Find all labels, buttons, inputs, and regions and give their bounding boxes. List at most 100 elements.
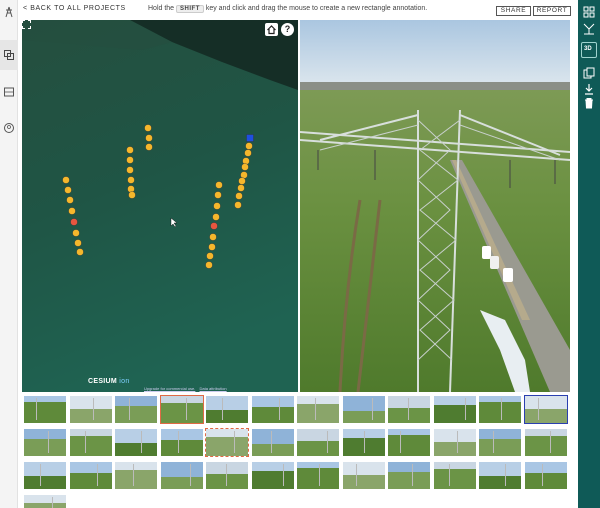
- image-thumbnail[interactable]: [251, 396, 294, 423]
- thumbnail-sky: [524, 429, 567, 436]
- image-thumbnail[interactable]: [433, 429, 476, 456]
- share-button[interactable]: SHARE: [496, 6, 531, 16]
- image-icon[interactable]: [3, 86, 15, 98]
- image-thumbnail[interactable]: [251, 429, 294, 456]
- pole-marker[interactable]: [64, 186, 72, 194]
- image-thumbnail[interactable]: [523, 395, 568, 424]
- pole-marker[interactable]: [128, 191, 136, 199]
- ion-wordmark: ion: [119, 378, 130, 385]
- pole-marker[interactable]: [205, 261, 213, 269]
- report-button[interactable]: REPORT: [533, 6, 571, 16]
- back-to-projects-link[interactable]: < BACK TO ALL PROJECTS: [23, 5, 126, 12]
- pole-marker[interactable]: [237, 184, 245, 192]
- pole-marker[interactable]: [213, 202, 221, 210]
- pole-marker[interactable]: [244, 149, 252, 157]
- image-thumbnail[interactable]: [24, 429, 66, 456]
- pole-marker[interactable]: [235, 192, 243, 200]
- download-icon[interactable]: [582, 82, 596, 96]
- pole-marker[interactable]: [76, 248, 84, 256]
- image-thumbnail[interactable]: [205, 428, 249, 457]
- pole-marker[interactable]: [214, 191, 222, 199]
- pole-marker[interactable]: [238, 177, 246, 185]
- image-thumbnail[interactable]: [342, 429, 385, 456]
- pole-marker[interactable]: [234, 201, 242, 209]
- flagged-pole-marker[interactable]: [70, 218, 78, 226]
- image-thumbnail[interactable]: [115, 396, 157, 423]
- image-thumbnail[interactable]: [297, 396, 339, 423]
- image-thumbnail[interactable]: [342, 462, 385, 489]
- copy-icon[interactable]: [582, 66, 596, 80]
- selected-pole-marker[interactable]: [246, 134, 254, 142]
- thumbnail-tower: [234, 431, 235, 453]
- pole-marker[interactable]: [127, 176, 135, 184]
- pole-marker[interactable]: [62, 176, 70, 184]
- image-thumbnail[interactable]: [297, 429, 339, 456]
- image-thumbnail[interactable]: [24, 495, 66, 508]
- 3d-view-button[interactable]: 3D: [581, 42, 597, 58]
- expand-icon[interactable]: [582, 5, 596, 19]
- image-thumbnail[interactable]: [24, 396, 66, 423]
- fullscreen-icon[interactable]: [22, 20, 31, 29]
- image-thumbnail[interactable]: [342, 396, 385, 423]
- image-thumbnail[interactable]: [388, 462, 430, 489]
- trash-icon[interactable]: [582, 96, 596, 110]
- image-thumbnail[interactable]: [206, 462, 248, 489]
- image-thumbnail[interactable]: [115, 429, 157, 456]
- pole-marker[interactable]: [126, 166, 134, 174]
- pole-marker[interactable]: [245, 142, 253, 150]
- pole-marker[interactable]: [66, 196, 74, 204]
- layers-tab[interactable]: [0, 40, 18, 70]
- pole-marker[interactable]: [126, 146, 134, 154]
- map-view[interactable]: ? CESIUM ion Upgrade for commercial use.…: [22, 20, 298, 392]
- image-thumbnail[interactable]: [251, 462, 294, 489]
- pole-marker[interactable]: [74, 239, 82, 247]
- image-thumbnail[interactable]: [206, 396, 248, 423]
- image-thumbnail[interactable]: [160, 429, 203, 456]
- image-thumbnail[interactable]: [479, 429, 521, 456]
- pole-marker[interactable]: [145, 143, 153, 151]
- flagged-pole-marker[interactable]: [210, 222, 218, 230]
- pole-marker[interactable]: [212, 213, 220, 221]
- pole-marker[interactable]: [126, 156, 134, 164]
- pole-marker[interactable]: [209, 233, 217, 241]
- image-thumbnail[interactable]: [524, 462, 567, 489]
- pole-marker[interactable]: [215, 181, 223, 189]
- help-button[interactable]: ?: [281, 23, 294, 36]
- thumbnail-sky: [388, 462, 430, 472]
- tower-icon[interactable]: [3, 6, 15, 18]
- image-thumbnail[interactable]: [69, 429, 112, 456]
- upgrade-link[interactable]: Upgrade for commercial use.: [144, 386, 195, 391]
- image-thumbnail[interactable]: [160, 462, 203, 489]
- pole-marker[interactable]: [72, 229, 80, 237]
- thumbnail-tower: [541, 464, 543, 486]
- image-thumbnail[interactable]: [69, 396, 112, 423]
- image-thumbnail[interactable]: [524, 429, 567, 456]
- tree-network-icon[interactable]: [582, 22, 596, 36]
- image-thumbnail[interactable]: [159, 395, 204, 424]
- image-thumbnail[interactable]: [115, 462, 157, 489]
- image-thumbnail[interactable]: [24, 462, 66, 489]
- drone-photo-viewer[interactable]: [300, 20, 570, 392]
- cesium-ion-logo[interactable]: CESIUM ion: [88, 378, 130, 385]
- pole-marker[interactable]: [206, 252, 214, 260]
- pole-marker[interactable]: [144, 124, 152, 132]
- thumbnail-field: [24, 503, 66, 508]
- image-thumbnail[interactable]: [388, 429, 430, 456]
- image-thumbnail[interactable]: [388, 396, 430, 423]
- image-thumbnail[interactable]: [433, 396, 476, 423]
- thumbnail-tower: [355, 464, 357, 486]
- account-icon[interactable]: [3, 122, 15, 134]
- image-thumbnail[interactable]: [479, 462, 521, 489]
- satellite-imagery: [22, 20, 298, 392]
- image-thumbnail[interactable]: [433, 462, 476, 489]
- pole-marker[interactable]: [145, 134, 153, 142]
- image-thumbnail[interactable]: [69, 462, 112, 489]
- thumbnail-sky: [69, 462, 112, 473]
- image-thumbnail[interactable]: [297, 462, 339, 489]
- pole-marker[interactable]: [241, 163, 249, 171]
- data-attribution-link[interactable]: Data attribution: [199, 386, 226, 391]
- pole-marker[interactable]: [208, 243, 216, 251]
- home-button[interactable]: [265, 23, 278, 36]
- pole-marker[interactable]: [68, 207, 76, 215]
- image-thumbnail[interactable]: [479, 396, 521, 423]
